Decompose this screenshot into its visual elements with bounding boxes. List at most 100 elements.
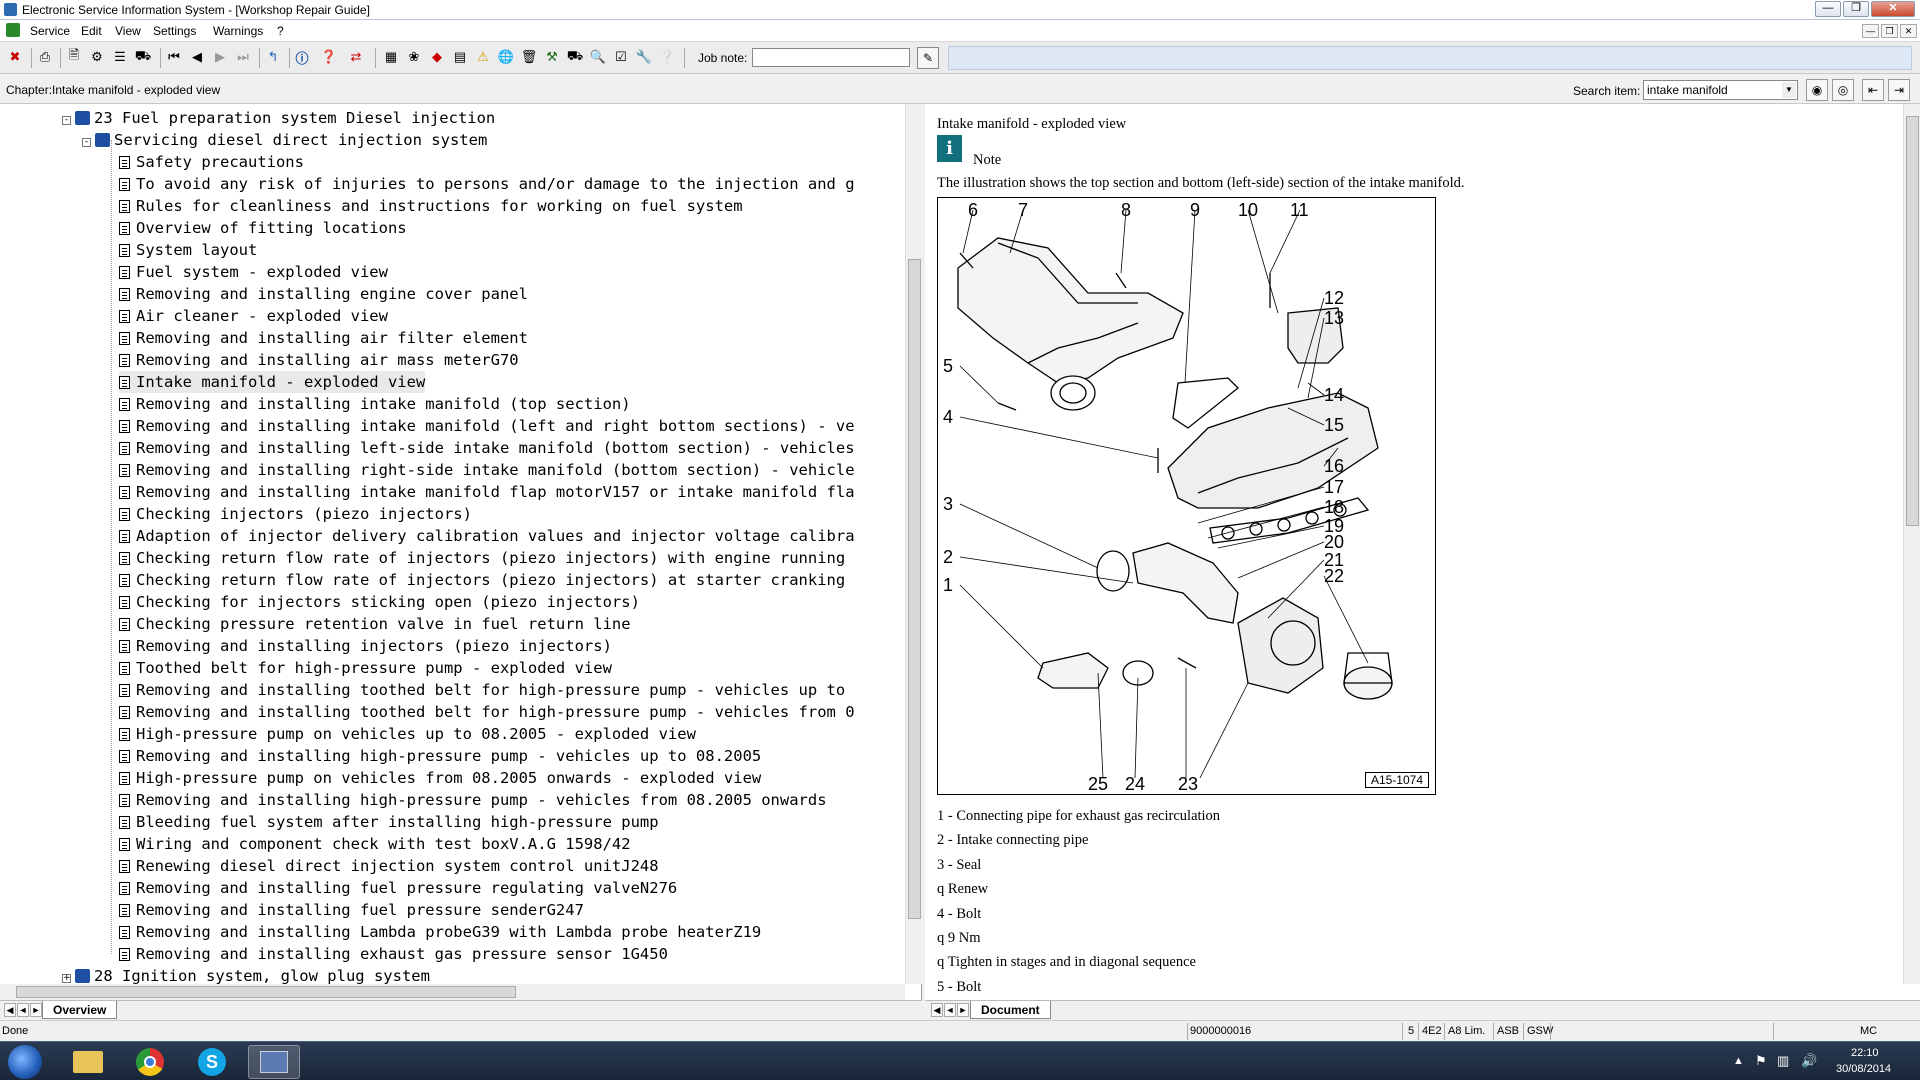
mdi-close-button[interactable]: ✕ bbox=[1900, 24, 1917, 38]
doc-scroll-thumb[interactable] bbox=[1906, 116, 1919, 526]
search-next-icon[interactable]: ◎ bbox=[1832, 79, 1854, 101]
menu-view[interactable]: View bbox=[115, 24, 141, 38]
tree-item[interactable]: Removing and installing high-pressure pu… bbox=[119, 745, 761, 767]
tree-item[interactable]: Removing and installing intake manifold … bbox=[119, 481, 855, 503]
volume-icon[interactable]: 🔊 bbox=[1801, 1053, 1817, 1069]
tree-item[interactable]: High-pressure pump on vehicles up to 08.… bbox=[119, 723, 696, 745]
checklist-icon[interactable]: ☑ bbox=[610, 46, 632, 68]
tree-item[interactable]: Removing and installing injectors (piezo… bbox=[119, 635, 612, 657]
mdi-minimize-button[interactable]: — bbox=[1862, 24, 1879, 38]
network-icon[interactable]: ▥ bbox=[1777, 1053, 1789, 1069]
tree-item[interactable]: Rules for cleanliness and instructions f… bbox=[119, 195, 743, 217]
binoculars-icon[interactable]: ◉ bbox=[1806, 79, 1828, 101]
mdi-restore-button[interactable]: ❐ bbox=[1881, 24, 1898, 38]
tab-next-icon[interactable]: ► bbox=[30, 1003, 42, 1017]
diagnosis-icon[interactable]: ◆ bbox=[426, 46, 448, 68]
show-hidden-icons[interactable]: ▲ bbox=[1733, 1055, 1744, 1067]
tree-item[interactable]: Checking for injectors sticking open (pi… bbox=[119, 591, 640, 613]
job-note-input[interactable] bbox=[752, 48, 910, 67]
tree-item[interactable]: Safety precautions bbox=[119, 151, 304, 173]
chrome-icon[interactable] bbox=[124, 1045, 176, 1079]
tab-document[interactable]: Document bbox=[970, 1001, 1051, 1019]
menu-help[interactable]: ? bbox=[277, 24, 284, 38]
start-orb[interactable] bbox=[8, 1045, 42, 1079]
doc-vertical-scrollbar[interactable] bbox=[1903, 104, 1920, 984]
tree-section-servicing[interactable]: - Servicing diesel direct injection syste… bbox=[82, 129, 487, 151]
clock-date[interactable]: 30/08/2014 bbox=[1836, 1063, 1891, 1075]
document-list-icon[interactable]: ☰ bbox=[109, 46, 131, 68]
tab-prev-icon[interactable]: ◄ bbox=[17, 1003, 29, 1017]
tools-icon[interactable]: ⚒ bbox=[541, 46, 563, 68]
doc-tab-next-icon[interactable]: ► bbox=[957, 1003, 969, 1017]
menu-service[interactable]: Service bbox=[30, 24, 70, 38]
tree-item[interactable]: Removing and installing toothed belt for… bbox=[119, 701, 855, 723]
question-icon[interactable]: ❔ bbox=[656, 46, 678, 68]
swap-icon[interactable]: ⇄ bbox=[345, 46, 367, 68]
exit-icon[interactable]: ✖ bbox=[4, 46, 26, 68]
doc-tab-prev-icon[interactable]: ◄ bbox=[944, 1003, 956, 1017]
tree-item[interactable]: Renewing diesel direct injection system … bbox=[119, 855, 659, 877]
tree-item[interactable]: Checking pressure retention valve in fue… bbox=[119, 613, 631, 635]
tree-chapter-23[interactable]: - 23 Fuel preparation system Diesel injec… bbox=[62, 107, 495, 129]
close-window-button[interactable]: ✕ bbox=[1871, 1, 1915, 17]
skype-icon[interactable]: S bbox=[186, 1045, 238, 1079]
tree-vertical-scrollbar[interactable] bbox=[905, 104, 922, 984]
tree-item[interactable]: Fuel system - exploded view bbox=[119, 261, 388, 283]
tree-hscroll-thumb[interactable] bbox=[16, 986, 516, 998]
expand-icon[interactable]: + bbox=[62, 974, 71, 983]
tree-item[interactable]: Air cleaner - exploded view bbox=[119, 305, 388, 327]
explorer-icon[interactable] bbox=[62, 1045, 114, 1079]
tree-item[interactable]: Bleeding fuel system after installing hi… bbox=[119, 811, 659, 833]
clock-time[interactable]: 22:10 bbox=[1851, 1047, 1879, 1059]
doc-tab-first-icon[interactable]: ◀ bbox=[931, 1003, 943, 1017]
tree-item[interactable]: Wiring and component check with test box… bbox=[119, 833, 631, 855]
tree-item[interactable]: Removing and installing toothed belt for… bbox=[119, 679, 845, 701]
tab-overview[interactable]: Overview bbox=[42, 1001, 118, 1019]
document-settings-icon[interactable]: ⚙ bbox=[86, 46, 108, 68]
tree-item[interactable]: Removing and installing air mass meterG7… bbox=[119, 349, 519, 371]
tree-item[interactable]: Checking return flow rate of injectors (… bbox=[119, 547, 845, 569]
globe-icon[interactable]: 🌐 bbox=[495, 46, 517, 68]
system-icon[interactable]: ❀ bbox=[403, 46, 425, 68]
next-icon[interactable]: ▶ bbox=[209, 46, 231, 68]
tree-item[interactable]: Overview of fitting locations bbox=[119, 217, 407, 239]
tree-item[interactable]: Removing and installing right-side intak… bbox=[119, 459, 855, 481]
search-input[interactable]: intake manifold ▼ bbox=[1643, 80, 1798, 100]
tree-item[interactable]: Toothed belt for high-pressure pump - ex… bbox=[119, 657, 612, 679]
tree-item[interactable]: Removing and installing air filter eleme… bbox=[119, 327, 528, 349]
trash-icon[interactable]: 🗑 bbox=[518, 46, 540, 68]
tree-item[interactable]: Removing and installing intake manifold … bbox=[119, 415, 855, 437]
tree-item[interactable]: Intake manifold - exploded view bbox=[119, 371, 426, 393]
tree-item[interactable]: Removing and installing fuel pressure se… bbox=[119, 899, 584, 921]
esi-tronic-icon[interactable] bbox=[248, 1045, 300, 1079]
minimize-button[interactable]: — bbox=[1815, 1, 1841, 17]
tree-scroll-thumb[interactable] bbox=[908, 259, 921, 919]
tab-first-icon[interactable]: ◀ bbox=[4, 1003, 16, 1017]
new-document-icon[interactable]: 🗎 bbox=[63, 46, 85, 68]
tree-item[interactable]: To avoid any risk of injuries to persons… bbox=[119, 173, 855, 195]
collapse-icon[interactable]: - bbox=[82, 138, 91, 147]
table-icon[interactable]: ▤ bbox=[449, 46, 471, 68]
car-icon[interactable]: ⛟ bbox=[564, 46, 586, 68]
collapse-icon[interactable]: - bbox=[62, 116, 71, 125]
back-up-icon[interactable]: ↰ bbox=[262, 46, 284, 68]
menu-warnings[interactable]: Warnings bbox=[213, 24, 263, 38]
info-toolbar-icon[interactable]: ⓘ bbox=[291, 46, 313, 68]
job-note-button[interactable]: ✎ bbox=[917, 47, 939, 69]
tree-item[interactable]: Removing and installing Lambda probeG39 … bbox=[119, 921, 761, 943]
tree-horizontal-scrollbar[interactable] bbox=[0, 984, 905, 1000]
tree-item[interactable]: Removing and installing high-pressure pu… bbox=[119, 789, 827, 811]
warning-icon[interactable]: ⚠ bbox=[472, 46, 494, 68]
print-icon[interactable]: ⎙ bbox=[34, 46, 56, 68]
tree-item[interactable]: Removing and installing intake manifold … bbox=[119, 393, 631, 415]
components-icon[interactable]: ▦ bbox=[380, 46, 402, 68]
tree-item[interactable]: Removing and installing engine cover pan… bbox=[119, 283, 528, 305]
chevron-down-icon[interactable]: ▼ bbox=[1782, 82, 1796, 98]
tree-item[interactable]: System layout bbox=[119, 239, 257, 261]
tree-item[interactable]: Checking injectors (piezo injectors) bbox=[119, 503, 472, 525]
first-page-icon[interactable]: ⏮ bbox=[163, 46, 185, 68]
menu-edit[interactable]: Edit bbox=[81, 24, 102, 38]
search-tool-icon[interactable]: 🔍 bbox=[587, 46, 609, 68]
wrench-icon[interactable]: 🔧 bbox=[633, 46, 655, 68]
tree-item[interactable]: High-pressure pump on vehicles from 08.2… bbox=[119, 767, 761, 789]
